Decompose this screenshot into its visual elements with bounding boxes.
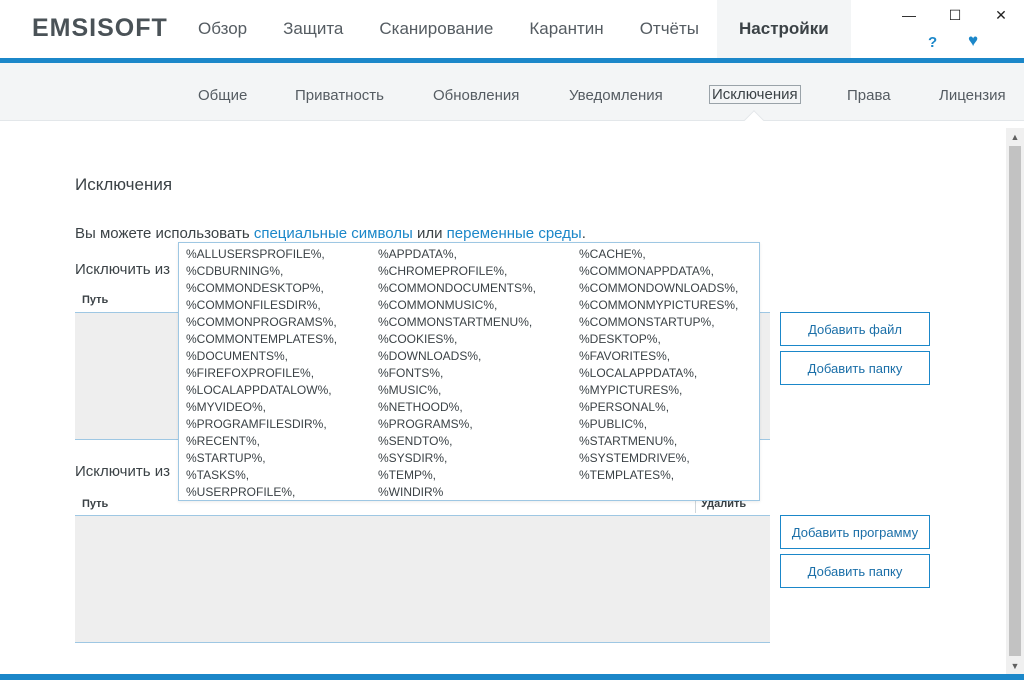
section2-table[interactable] [75, 515, 770, 643]
env-variable: %FONTS%, [378, 366, 444, 380]
special-symbols-link[interactable]: специальные символы [254, 225, 413, 242]
env-variable: %DOWNLOADS%, [378, 349, 482, 363]
popup-column-3: %CACHE%, %COMMONAPPDATA%, %COMMONDOWNLOA… [579, 246, 738, 484]
popup-column-1: %ALLUSERSPROFILE%, %CDBURNING%, %COMMOND… [186, 246, 337, 501]
env-variable: %COMMONSTARTUP%, [579, 315, 715, 329]
tab-settings[interactable]: Настройки [717, 0, 851, 58]
env-variable: %TASKS%, [186, 468, 250, 482]
env-variable: %SYSTEMDRIVE%, [579, 451, 690, 465]
env-variable: %COMMONDESKTOP%, [186, 281, 324, 295]
env-variable: %COMMONMUSIC%, [378, 298, 498, 312]
tab-reports[interactable]: Отчёты [622, 0, 717, 58]
desc-prefix: Вы можете использовать [75, 225, 254, 242]
scroll-up-icon[interactable]: ▲ [1006, 128, 1024, 145]
scroll-down-icon[interactable]: ▼ [1006, 657, 1024, 674]
env-variables-link[interactable]: переменные среды [447, 225, 582, 242]
env-variable: %FIREFOXPROFILE%, [186, 366, 315, 380]
env-variable: %WINDIR% [378, 485, 444, 499]
bottom-accent-bar [0, 674, 1024, 680]
section2-label: Исключить из [75, 463, 170, 480]
section1-label: Исключить из [75, 261, 170, 278]
desc-suffix: . [581, 225, 586, 242]
description: Вы можете использовать специальные симво… [75, 225, 586, 242]
subtab-updates[interactable]: Обновления [433, 87, 519, 104]
env-variable: %COMMONFILESDIR%, [186, 298, 321, 312]
env-variable: %SENDTO%, [378, 434, 453, 448]
env-variable: %TEMP%, [378, 468, 437, 482]
subtab-license[interactable]: Лицензия [939, 87, 1006, 104]
page-title: Исключения [75, 175, 173, 194]
popup-column-2: %APPDATA%, %CHROMEPROFILE%, %COMMONDOCUM… [378, 246, 536, 501]
tab-overview[interactable]: Обзор [180, 0, 265, 58]
env-variable: %APPDATA%, [378, 247, 457, 261]
env-variable: %MYVIDEO%, [186, 400, 267, 414]
env-variable: %LOCALAPPDATALOW%, [186, 383, 332, 397]
maximize-icon[interactable]: ☐ [932, 0, 978, 30]
env-variable: %COOKIES%, [378, 332, 458, 346]
subtab-general[interactable]: Общие [198, 87, 247, 104]
env-variable: %SYSDIR%, [378, 451, 448, 465]
help-icon[interactable]: ? [928, 34, 937, 51]
env-variable: %COMMONMYPICTURES%, [579, 298, 739, 312]
env-variable: %DESKTOP%, [579, 332, 661, 346]
env-variable: %COMMONSTARTMENU%, [378, 315, 533, 329]
env-variables-popup: %ALLUSERSPROFILE%, %CDBURNING%, %COMMOND… [178, 242, 760, 501]
settings-subnav: Общие Приватность Обновления Уведомления… [0, 63, 1024, 121]
tab-protection[interactable]: Защита [265, 0, 361, 58]
desc-mid: или [412, 225, 447, 242]
env-variable: %PROGRAMS%, [378, 417, 473, 431]
subtab-exclusions[interactable]: Исключения [709, 85, 801, 104]
tab-scanning[interactable]: Сканирование [361, 0, 511, 58]
tab-quarantine[interactable]: Карантин [511, 0, 621, 58]
subtab-privacy[interactable]: Приватность [295, 87, 384, 104]
add-program-button[interactable]: Добавить программу [780, 515, 930, 549]
env-variable: %COMMONTEMPLATES%, [186, 332, 338, 346]
env-variable: %CACHE%, [579, 247, 646, 261]
heart-icon[interactable]: ♥ [968, 31, 978, 51]
scroll-thumb[interactable] [1009, 146, 1021, 656]
env-variable: %LOCALAPPDATA%, [579, 366, 698, 380]
env-variable: %NETHOOD%, [378, 400, 463, 414]
env-variable: %CDBURNING%, [186, 264, 284, 278]
emsisoft-logo: EMSISOFT [32, 14, 168, 42]
env-variable: %CHROMEPROFILE%, [378, 264, 508, 278]
env-variable: %USERPROFILE%, [186, 485, 296, 499]
vertical-scrollbar[interactable]: ▲ ▼ [1006, 128, 1024, 674]
env-variable: %COMMONPROGRAMS%, [186, 315, 337, 329]
subtab-notifications[interactable]: Уведомления [569, 87, 663, 104]
section2-col-path[interactable]: Путь [82, 498, 108, 510]
env-variable: %PROGRAMFILESDIR%, [186, 417, 327, 431]
env-variable: %RECENT%, [186, 434, 261, 448]
subtab-permissions[interactable]: Права [847, 87, 891, 104]
add-folder-button[interactable]: Добавить папку [780, 351, 930, 385]
top-bar: EMSISOFT Обзор Защита Сканирование Каран… [0, 0, 1024, 58]
env-variable: %COMMONDOWNLOADS%, [579, 281, 739, 295]
env-variable: %MUSIC%, [378, 383, 442, 397]
env-variable: %COMMONAPPDATA%, [579, 264, 714, 278]
env-variable: %FAVORITES%, [579, 349, 671, 363]
env-variable: %ALLUSERSPROFILE%, [186, 247, 325, 261]
env-variable: %STARTUP%, [186, 451, 266, 465]
main-nav: Обзор Защита Сканирование Карантин Отчёт… [180, 0, 851, 58]
add-folder-button-2[interactable]: Добавить папку [780, 554, 930, 588]
window-controls: — ☐ ✕ [886, 0, 1024, 30]
env-variable: %PUBLIC%, [579, 417, 648, 431]
env-variable: %STARTMENU%, [579, 434, 678, 448]
close-icon[interactable]: ✕ [978, 0, 1024, 30]
env-variable: %MYPICTURES%, [579, 383, 683, 397]
env-variable: %COMMONDOCUMENTS%, [378, 281, 536, 295]
minimize-icon[interactable]: — [886, 0, 932, 30]
env-variable: %PERSONAL%, [579, 400, 670, 414]
env-variable: %DOCUMENTS%, [186, 349, 289, 363]
section1-col-path[interactable]: Путь [82, 294, 108, 306]
env-variable: %TEMPLATES%, [579, 468, 675, 482]
add-file-button[interactable]: Добавить файл [780, 312, 930, 346]
